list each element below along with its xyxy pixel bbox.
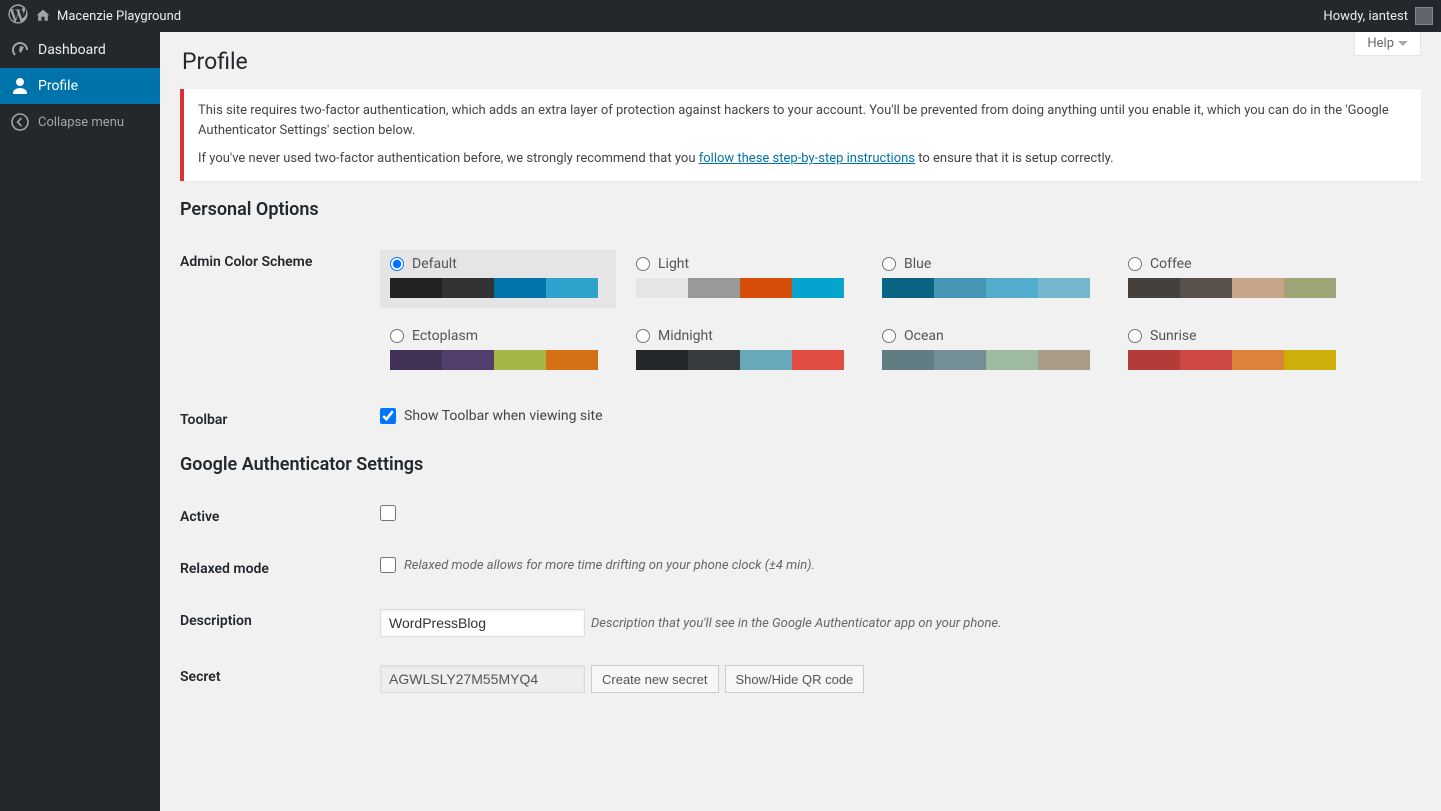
label-active: Active: [180, 491, 380, 543]
section-heading-personal: Personal Options: [180, 199, 1421, 220]
admin-bar: Macenzie Playground Howdy, iantest: [0, 0, 1441, 32]
toolbar-option[interactable]: Show Toolbar when viewing site: [380, 408, 1411, 424]
dashboard-icon: [10, 40, 30, 60]
color-swatches: [390, 350, 598, 370]
color-scheme-option[interactable]: Ectoplasm: [380, 322, 616, 380]
color-scheme-option[interactable]: Coffee: [1118, 250, 1354, 308]
color-scheme-radio[interactable]: [636, 257, 650, 271]
user-icon: [10, 76, 30, 96]
label-description: Description: [180, 595, 380, 651]
admin-sidebar: Dashboard Profile Collapse menu: [0, 32, 160, 811]
relaxed-checkbox[interactable]: [380, 557, 396, 573]
description-hint: Description that you'll see in the Googl…: [591, 616, 1001, 631]
color-scheme-radio[interactable]: [390, 257, 404, 271]
howdy-text: Howdy, iantest: [1323, 9, 1408, 24]
description-input[interactable]: [380, 609, 585, 637]
toolbar-option-label: Show Toolbar when viewing site: [404, 408, 603, 424]
label-relaxed: Relaxed mode: [180, 543, 380, 595]
color-swatches: [882, 278, 1090, 298]
site-home-link[interactable]: Macenzie Playground: [35, 8, 181, 24]
color-scheme-option[interactable]: Ocean: [872, 322, 1108, 380]
color-scheme-option[interactable]: Blue: [872, 250, 1108, 308]
color-scheme-label: Midnight: [658, 328, 713, 344]
sidebar-item-label: Dashboard: [38, 42, 106, 58]
collapse-icon: [10, 112, 30, 132]
wordpress-icon: [8, 4, 28, 24]
sidebar-collapse[interactable]: Collapse menu: [0, 104, 160, 140]
wp-logo-link[interactable]: [8, 4, 28, 28]
color-scheme-option[interactable]: Midnight: [626, 322, 862, 380]
color-scheme-radio[interactable]: [882, 257, 896, 271]
color-swatches: [1128, 350, 1336, 370]
color-scheme-label: Sunrise: [1150, 328, 1197, 344]
sidebar-item-label: Profile: [38, 78, 78, 94]
relaxed-hint: Relaxed mode allows for more time drifti…: [404, 558, 815, 573]
label-toolbar: Toolbar: [180, 394, 380, 446]
color-swatches: [1128, 278, 1336, 298]
notice-error: This site requires two-factor authentica…: [180, 89, 1421, 181]
color-scheme-radio[interactable]: [1128, 257, 1142, 271]
active-checkbox[interactable]: [380, 505, 396, 521]
color-scheme-label: Ocean: [904, 328, 944, 344]
instructions-link[interactable]: follow these step-by-step instructions: [699, 151, 915, 166]
section-heading-ga: Google Authenticator Settings: [180, 454, 1421, 475]
content-area: Help Profile This site requires two-fact…: [160, 32, 1441, 811]
sidebar-item-dashboard[interactable]: Dashboard: [0, 32, 160, 68]
toolbar-checkbox[interactable]: [380, 408, 396, 424]
scrollbar[interactable]: [1427, 32, 1441, 811]
toggle-qr-button[interactable]: Show/Hide QR code: [725, 665, 865, 693]
color-scheme-label: Light: [658, 256, 689, 272]
notice-text: This site requires two-factor authentica…: [198, 101, 1407, 141]
chevron-down-icon: [1398, 41, 1408, 46]
color-swatches: [636, 278, 844, 298]
color-scheme-option[interactable]: Default: [380, 250, 616, 308]
color-swatches: [636, 350, 844, 370]
avatar: [1415, 7, 1433, 25]
color-scheme-radio[interactable]: [882, 329, 896, 343]
color-scheme-option[interactable]: Light: [626, 250, 862, 308]
label-secret: Secret: [180, 651, 380, 707]
color-scheme-label: Default: [412, 256, 457, 272]
help-tab[interactable]: Help: [1354, 32, 1421, 56]
notice-text: If you've never used two-factor authenti…: [198, 149, 1407, 169]
color-scheme-option[interactable]: Sunrise: [1118, 322, 1354, 380]
color-scheme-grid: Default Light Blue Coffee Ectoplasm Midnight O…: [380, 250, 1411, 380]
relaxed-option[interactable]: Relaxed mode allows for more time drifti…: [380, 557, 1411, 573]
sidebar-item-profile[interactable]: Profile: [0, 68, 160, 104]
create-secret-button[interactable]: Create new secret: [591, 665, 719, 693]
color-scheme-label: Coffee: [1150, 256, 1192, 272]
page-title: Profile: [180, 32, 1421, 89]
sidebar-item-label: Collapse menu: [38, 115, 124, 130]
color-swatches: [882, 350, 1090, 370]
color-scheme-radio[interactable]: [390, 329, 404, 343]
color-swatches: [390, 278, 598, 298]
label-color-scheme: Admin Color Scheme: [180, 236, 380, 394]
home-icon: [35, 8, 51, 24]
color-scheme-radio[interactable]: [1128, 329, 1142, 343]
color-scheme-label: Blue: [904, 256, 931, 272]
secret-input[interactable]: [380, 665, 585, 693]
help-label: Help: [1367, 36, 1394, 51]
site-name: Macenzie Playground: [57, 9, 181, 24]
account-link[interactable]: Howdy, iantest: [1323, 7, 1433, 25]
color-scheme-label: Ectoplasm: [412, 328, 478, 344]
color-scheme-radio[interactable]: [636, 329, 650, 343]
